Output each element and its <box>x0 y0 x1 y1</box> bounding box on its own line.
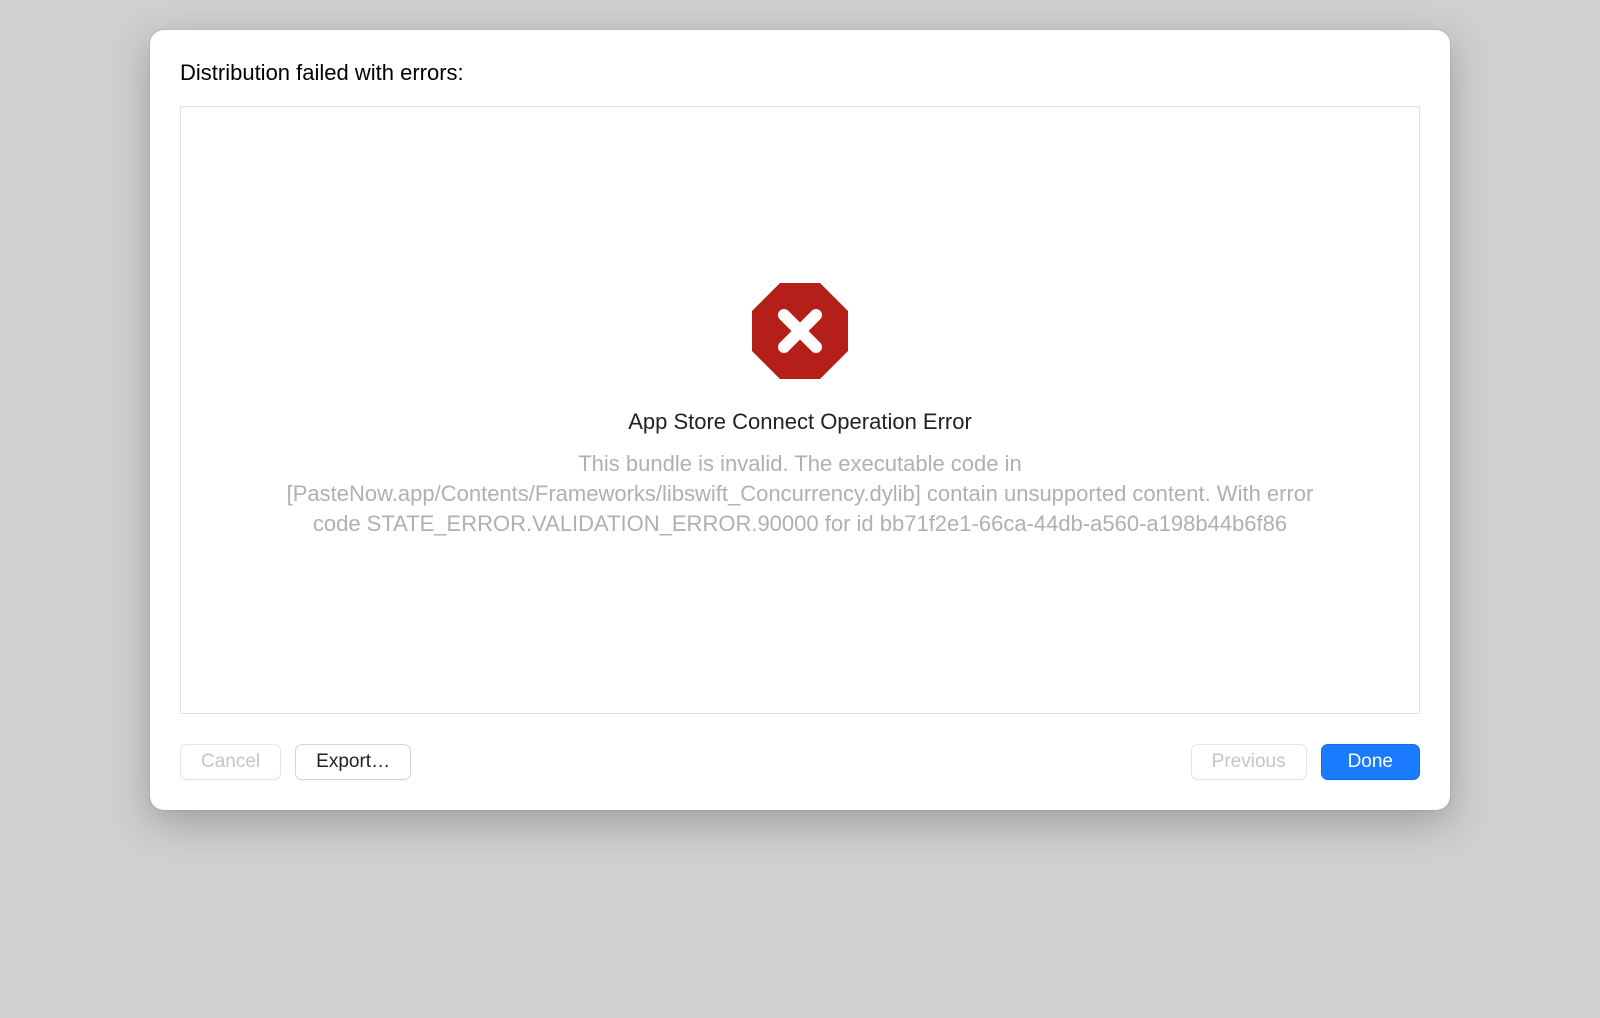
cancel-button[interactable]: Cancel <box>180 744 281 780</box>
dialog-button-row: Cancel Export… Previous Done <box>180 744 1420 780</box>
error-description: This bundle is invalid. The executable c… <box>275 449 1325 538</box>
error-content-box: App Store Connect Operation Error This b… <box>180 106 1420 714</box>
export-button[interactable]: Export… <box>295 744 411 780</box>
error-title: App Store Connect Operation Error <box>628 409 972 435</box>
done-button[interactable]: Done <box>1321 744 1420 780</box>
previous-button[interactable]: Previous <box>1191 744 1307 780</box>
stop-x-icon <box>750 281 850 381</box>
dialog-title: Distribution failed with errors: <box>180 60 1420 86</box>
distribution-error-dialog: Distribution failed with errors: App Sto… <box>150 30 1450 810</box>
